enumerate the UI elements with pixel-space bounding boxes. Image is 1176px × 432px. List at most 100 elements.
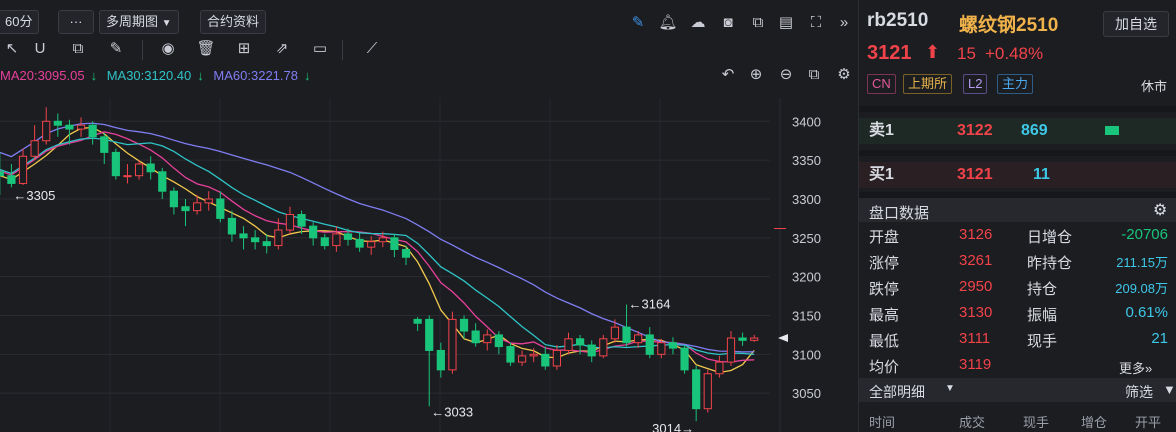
candle-body bbox=[367, 241, 376, 248]
candle-body bbox=[30, 140, 39, 157]
candle-body bbox=[390, 237, 399, 250]
stat-label: 跌停 bbox=[869, 281, 900, 298]
more-button[interactable]: ··· bbox=[58, 10, 94, 34]
candle-body bbox=[692, 369, 701, 410]
price-tick-label: 3350 bbox=[792, 153, 821, 168]
grid-icon[interactable]: ⊞ bbox=[234, 40, 254, 60]
ma30-label: MA30:3120.40 ↓ bbox=[107, 68, 204, 83]
last-price: 3121 bbox=[867, 42, 912, 64]
section-header: 盘口数据 ⚙ bbox=[859, 198, 1176, 222]
settings-icon[interactable]: ⚙ bbox=[1153, 200, 1167, 220]
stat-value: 3111 bbox=[959, 330, 991, 347]
comment-icon[interactable]: ▭ bbox=[310, 40, 330, 60]
chart-grid bbox=[0, 98, 786, 432]
down-arrow-icon: ↓ bbox=[197, 68, 204, 83]
filter-label[interactable]: 筛选 bbox=[1125, 382, 1153, 402]
tag-l2: L2 bbox=[963, 74, 988, 94]
annotations: ←3305 ←3033 ←3164 3014→ bbox=[13, 188, 788, 432]
zoom-out-icon[interactable]: ⊖ bbox=[776, 66, 796, 86]
down-arrow-icon: ↓ bbox=[303, 68, 311, 83]
price-tick-label: 3150 bbox=[792, 308, 821, 323]
candle-body bbox=[750, 337, 759, 341]
candle-body bbox=[738, 337, 747, 341]
ma60-value: MA60:3221.78 bbox=[213, 68, 298, 83]
candle-body bbox=[622, 326, 631, 344]
share-icon[interactable]: ⇗ bbox=[272, 40, 292, 60]
candle-body bbox=[448, 318, 457, 371]
undo-icon[interactable]: ↶ bbox=[718, 66, 738, 86]
candle-body bbox=[204, 198, 213, 204]
price-tick-label: 3250 bbox=[792, 231, 821, 246]
candle-body bbox=[251, 237, 260, 243]
bell-icon[interactable]: 🔔︎ bbox=[658, 14, 678, 34]
camera-icon[interactable]: ◙ bbox=[718, 14, 738, 34]
candle-body bbox=[297, 214, 306, 227]
multi-period-label: 多周期图 bbox=[106, 14, 159, 29]
contract-info-button[interactable]: 合约资料 bbox=[200, 10, 267, 34]
collapse-icon[interactable]: » bbox=[834, 14, 854, 34]
stat-value: 3261 bbox=[959, 252, 993, 269]
detail-header: 全部明细 ▼ 筛选 ▼ bbox=[859, 378, 1176, 402]
annotation-high: ←3164 bbox=[629, 297, 671, 312]
candle-body bbox=[193, 202, 202, 212]
candle-body bbox=[111, 151, 120, 177]
candle-body bbox=[42, 120, 51, 142]
bid-row[interactable]: 买1 3121 11 bbox=[859, 162, 1176, 188]
column-header: 成交 bbox=[959, 415, 986, 430]
magnet-icon[interactable]: U bbox=[30, 40, 50, 60]
candles bbox=[0, 107, 759, 422]
candle-body bbox=[76, 124, 86, 130]
tag-cn: CN bbox=[867, 74, 896, 94]
candle-body bbox=[0, 171, 4, 177]
candle-body bbox=[610, 326, 620, 340]
edit-icon[interactable]: ✎ bbox=[106, 40, 126, 60]
chart-icon[interactable]: ▤ bbox=[776, 14, 796, 34]
trash-icon[interactable]: 🗑︎ bbox=[196, 40, 216, 60]
stat-value: 2950 bbox=[959, 278, 993, 295]
settings-icon[interactable]: ⚙ bbox=[834, 66, 854, 86]
session-status: 休市 bbox=[1141, 79, 1168, 94]
caret-down-icon[interactable]: ▼ bbox=[945, 383, 955, 394]
stat-label: 日增仓 bbox=[1027, 229, 1073, 246]
ask-price: 3122 bbox=[957, 122, 993, 139]
multi-period-select[interactable]: 多周期图 ▼ bbox=[99, 10, 179, 34]
candle-body bbox=[599, 338, 608, 357]
ask-volume: 869 bbox=[1021, 122, 1048, 139]
fullscreen-icon[interactable]: ⛶ bbox=[806, 14, 826, 34]
ask-row[interactable]: 卖1 3122 869 bbox=[859, 118, 1176, 144]
stat-value: 0.61% bbox=[1125, 304, 1168, 321]
symbol-name: 螺纹钢2510 bbox=[959, 15, 1059, 36]
stat-label: 昨持仓 bbox=[1027, 255, 1073, 272]
candle-body bbox=[169, 190, 178, 208]
eye-icon[interactable]: ◉ bbox=[158, 40, 178, 60]
candle-body bbox=[587, 344, 596, 357]
price-tick-label: 3100 bbox=[792, 347, 821, 362]
bid-price: 3121 bbox=[957, 166, 993, 183]
candlestick-chart[interactable]: 34003350330032503200315031003050 ←3305←3… bbox=[0, 98, 858, 432]
copy-icon[interactable]: ⧉ bbox=[748, 14, 768, 34]
candle-body bbox=[576, 338, 585, 346]
pencil-draw-icon[interactable]: ✎ bbox=[628, 14, 648, 34]
add-watchlist-button[interactable]: 加自选 bbox=[1103, 11, 1169, 37]
toolbar-divider bbox=[342, 40, 343, 60]
candle-body bbox=[320, 237, 329, 247]
interval-select[interactable]: 60分 bbox=[0, 10, 40, 34]
detail-title[interactable]: 全部明细 bbox=[869, 382, 925, 402]
column-header: 增仓 bbox=[1081, 415, 1108, 430]
reset-icon[interactable]: ⧉ bbox=[804, 66, 824, 86]
copy-chart-icon[interactable]: ⧉ bbox=[68, 40, 88, 60]
annotation-low-1: ←3305 bbox=[13, 188, 55, 203]
stat-label: 涨停 bbox=[869, 255, 900, 272]
cursor-icon[interactable]: ↖ bbox=[2, 40, 22, 60]
more-link[interactable]: 更多» bbox=[1119, 358, 1152, 377]
stat-label: 最高 bbox=[869, 307, 900, 324]
candle-body bbox=[425, 318, 434, 351]
zoom-in-icon[interactable]: ⊕ bbox=[746, 66, 766, 86]
filter-icon[interactable]: ▼ bbox=[1163, 382, 1176, 397]
ruler-icon[interactable]: ⟋ bbox=[362, 40, 382, 60]
stat-label: 现手 bbox=[1027, 333, 1058, 350]
stat-value: -20706 bbox=[1121, 226, 1168, 243]
down-arrow-icon: ↓ bbox=[90, 68, 98, 83]
cloud-icon[interactable]: ☁ bbox=[688, 14, 708, 34]
column-header: 时间 bbox=[869, 415, 896, 430]
